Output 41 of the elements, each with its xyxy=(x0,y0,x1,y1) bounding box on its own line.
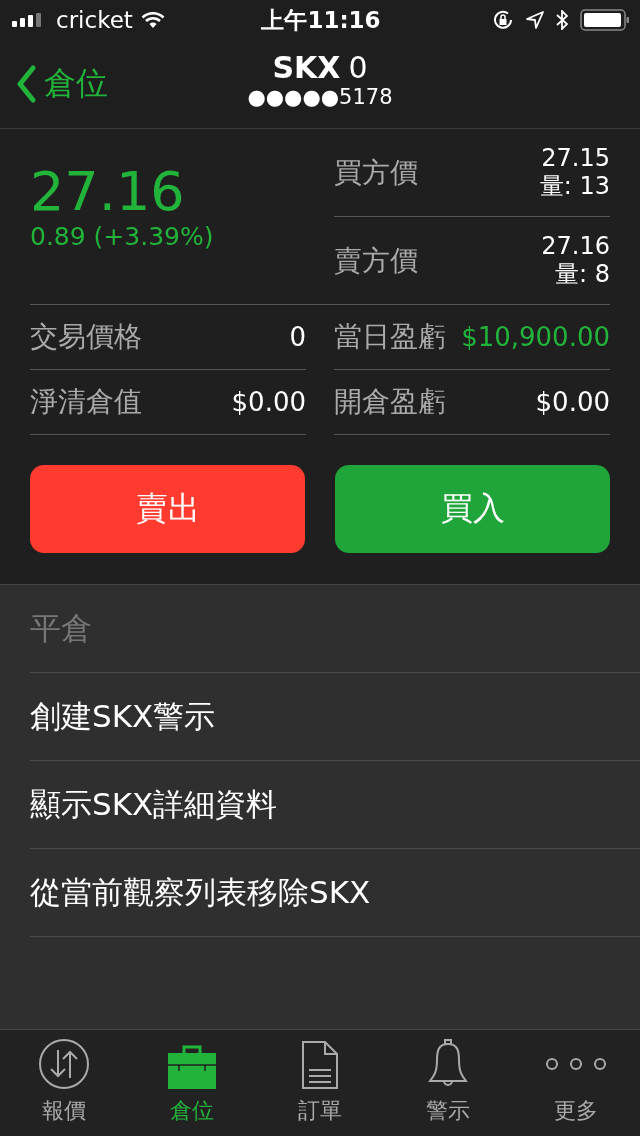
battery-icon xyxy=(580,9,630,31)
menu-item[interactable]: 從當前觀察列表移除SKX xyxy=(30,849,640,937)
tab[interactable]: 更多 xyxy=(512,1030,640,1136)
stat-label: 淨清倉值 xyxy=(30,384,142,420)
document-icon xyxy=(301,1040,339,1090)
chevron-left-icon xyxy=(16,65,36,103)
back-button[interactable]: 倉位 xyxy=(0,62,108,106)
stat-value: $0.00 xyxy=(231,387,306,417)
price-change: 0.89 (+3.39%) xyxy=(30,221,215,251)
stat-label: 交易價格 xyxy=(30,319,142,355)
sell-button[interactable]: 賣出 xyxy=(30,465,305,553)
quote-label: 買方價 xyxy=(334,154,418,191)
location-icon xyxy=(526,11,544,29)
bluetooth-icon xyxy=(556,10,568,30)
stat-value: $10,900.00 xyxy=(461,322,610,352)
menu-item[interactable]: 創建SKX警示 xyxy=(30,673,640,761)
tab[interactable]: 警示 xyxy=(384,1030,512,1136)
quote-price: 27.15 xyxy=(541,144,610,173)
nav-title: SKX xyxy=(272,50,341,85)
carrier-name: cricket xyxy=(56,7,133,33)
tab[interactable]: 報價 xyxy=(0,1030,128,1136)
up-down-arrows-icon xyxy=(38,1038,90,1090)
more-dots-icon xyxy=(545,1057,607,1071)
position-count: 0 xyxy=(348,50,368,85)
quote-label: 賣方價 xyxy=(334,242,418,279)
account-number: ●●●●●5178 xyxy=(247,85,393,109)
stat-label: 開倉盈虧 xyxy=(334,384,446,420)
tab[interactable]: 倉位 xyxy=(128,1030,256,1136)
menu-item[interactable]: 顯示SKX詳細資料 xyxy=(30,761,640,849)
stat-value: 0 xyxy=(289,322,306,352)
stat-label: 當日盈虧 xyxy=(334,319,446,355)
quote-size: 量: 13 xyxy=(539,172,610,201)
last-price: 27.16 xyxy=(30,162,186,222)
briefcase-icon xyxy=(167,1044,217,1090)
quote-size: 量: 8 xyxy=(555,260,610,289)
wifi-icon xyxy=(140,11,165,29)
quote-price: 27.16 xyxy=(541,232,610,261)
stat-value: $0.00 xyxy=(535,387,610,417)
status-time: 上午11:16 xyxy=(261,5,381,35)
tab[interactable]: 訂單 xyxy=(256,1030,384,1136)
rotation-lock-icon xyxy=(492,9,514,31)
